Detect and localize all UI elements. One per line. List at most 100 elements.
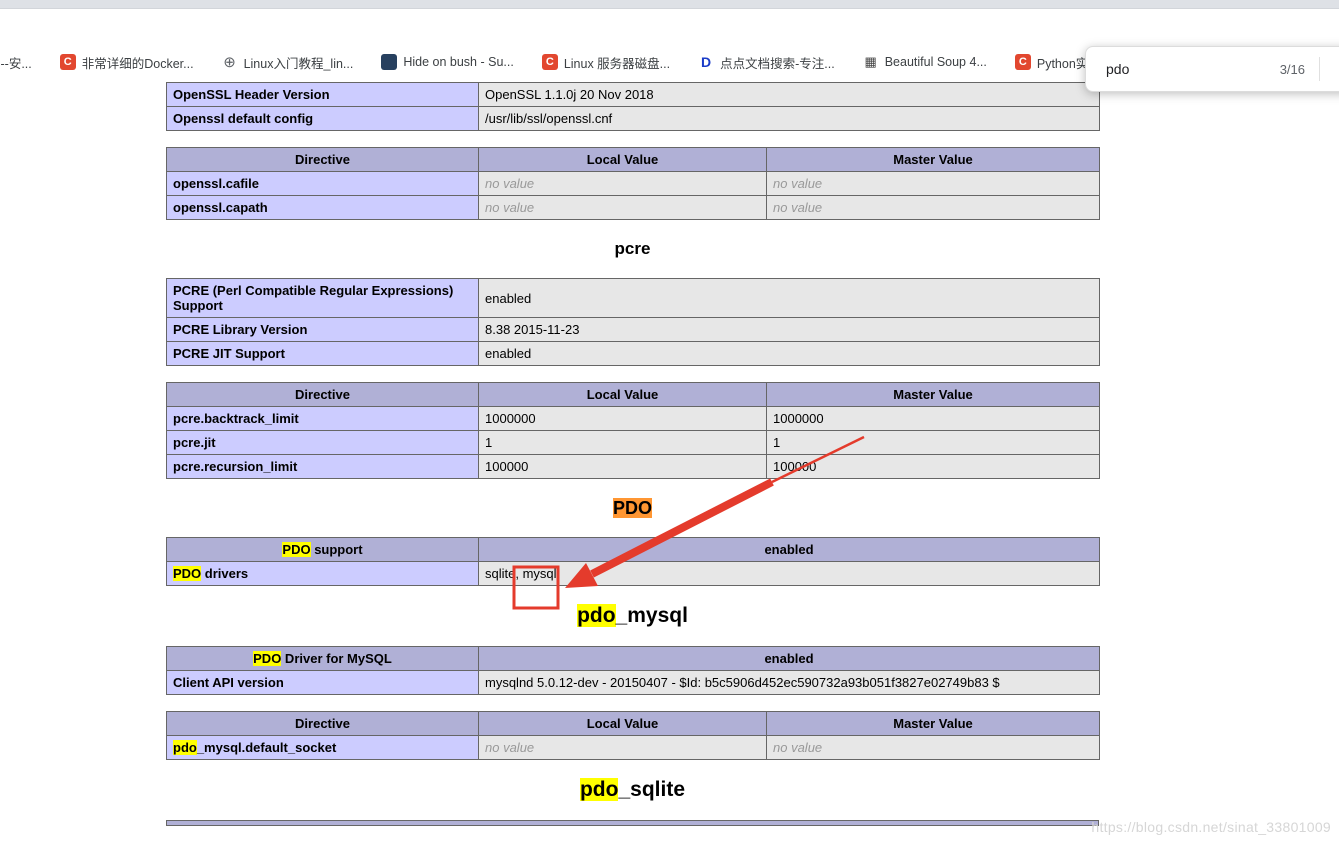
bookmark-item[interactable]: 列--安... — [0, 53, 32, 72]
section-heading-pdo-mysql: pdo_mysql — [166, 602, 1099, 630]
directive-name-cell: pdo_mysql.default_socket — [167, 736, 479, 760]
find-match: PDO — [253, 651, 281, 666]
table-row: pcre.backtrack_limit 1000000 1000000 — [167, 407, 1100, 431]
bookmark-item[interactable]: ⊕ Linux入门教程_lin... — [222, 53, 354, 72]
bookmark-item[interactable]: C 非常详细的Docker... — [60, 53, 194, 72]
setting-name-cell: PCRE JIT Support — [167, 342, 479, 366]
local-value-cell: no value — [479, 196, 767, 220]
master-value-cell: 1000000 — [767, 407, 1100, 431]
pdo-drivers-value-cell: sqlite, mysql — [479, 562, 1100, 586]
master-value-cell: no value — [767, 196, 1100, 220]
directive-name-cell: openssl.cafile — [167, 172, 479, 196]
csdn-watermark: https://blog.csdn.net/sinat_33801009 — [1091, 819, 1331, 835]
find-match: pdo — [580, 778, 618, 801]
window-top-strip — [0, 0, 1339, 9]
directive-name-cell: pcre.backtrack_limit — [167, 407, 479, 431]
next-table-partial-edge — [166, 820, 1099, 826]
bookmark-label: 点点文档搜索-专注... — [720, 53, 835, 72]
pdo-support-header-cell: PDO support — [167, 538, 479, 562]
csdn-icon: C — [542, 54, 558, 70]
pdo-drivers-name-cell: PDO drivers — [167, 562, 479, 586]
table-header-row: PDO Driver for MySQL enabled — [167, 647, 1100, 671]
find-input[interactable]: pdo — [1106, 61, 1280, 77]
openssl-config-table: OpenSSL Header Version OpenSSL 1.1.0j 20… — [166, 82, 1100, 131]
table-row: openssl.capath no value no value — [167, 196, 1100, 220]
setting-name-cell: PCRE (Perl Compatible Regular Expression… — [167, 279, 479, 318]
client-api-value-cell: mysqlnd 5.0.12-dev - 20150407 - $Id: b5c… — [479, 671, 1100, 695]
setting-value-cell: OpenSSL 1.1.0j 20 Nov 2018 — [479, 83, 1100, 107]
local-value-cell: no value — [479, 172, 767, 196]
table-row: pdo_mysql.default_socket no value no val… — [167, 736, 1100, 760]
site-favicon-icon — [381, 54, 397, 70]
find-match: PDO — [173, 566, 201, 581]
table-row: PCRE Library Version 8.38 2015-11-23 — [167, 318, 1100, 342]
pcre-directives-table: Directive Local Value Master Value pcre.… — [166, 382, 1100, 479]
find-match-counter: 3/16 — [1280, 62, 1305, 77]
docs-site-icon: D — [698, 54, 714, 70]
table-row: openssl.cafile no value no value — [167, 172, 1100, 196]
chevron-up-icon[interactable]: ∧ — [1334, 60, 1339, 78]
grid-icon: ▦ — [863, 54, 879, 70]
table-row: OpenSSL Header Version OpenSSL 1.1.0j 20… — [167, 83, 1100, 107]
csdn-icon: C — [60, 54, 76, 70]
pcre-info-table: PCRE (Perl Compatible Regular Expression… — [166, 278, 1100, 366]
bookmark-item[interactable]: ▦ Beautiful Soup 4... — [863, 54, 987, 70]
globe-icon: ⊕ — [222, 54, 238, 70]
table-header-row: PDO support enabled — [167, 538, 1100, 562]
section-heading-pcre: pcre — [166, 236, 1099, 262]
pdo-mysql-driver-value-cell: enabled — [479, 647, 1100, 671]
bookmark-item[interactable]: Hide on bush - Su... — [381, 54, 513, 70]
directive-header-cell: Directive — [167, 712, 479, 736]
bookmark-label: 列--安... — [0, 53, 32, 72]
table-header-row: Directive Local Value Master Value — [167, 712, 1100, 736]
directive-header-cell: Directive — [167, 383, 479, 407]
directive-name-cell: pcre.recursion_limit — [167, 455, 479, 479]
directive-name-cell: pcre.jit — [167, 431, 479, 455]
mysql-driver-value: mysql — [523, 566, 557, 581]
master-value-cell: 100000 — [767, 455, 1100, 479]
setting-value-cell: enabled — [479, 342, 1100, 366]
directive-header-cell: Directive — [167, 148, 479, 172]
table-row: pcre.recursion_limit 100000 100000 — [167, 455, 1100, 479]
master-value-cell: no value — [767, 172, 1100, 196]
master-value-header-cell: Master Value — [767, 148, 1100, 172]
pdo-table: PDO support enabled PDO drivers sqlite, … — [166, 537, 1100, 586]
table-row: Openssl default config /usr/lib/ssl/open… — [167, 107, 1100, 131]
local-value-header-cell: Local Value — [479, 712, 767, 736]
local-value-cell: 1 — [479, 431, 767, 455]
find-in-page-bar: pdo 3/16 ∧ — [1085, 46, 1339, 92]
setting-name-cell: Openssl default config — [167, 107, 479, 131]
section-heading-pdo-sqlite: pdo_sqlite — [166, 776, 1099, 804]
local-value-header-cell: Local Value — [479, 148, 767, 172]
table-header-row: Directive Local Value Master Value — [167, 148, 1100, 172]
setting-value-cell: 8.38 2015-11-23 — [479, 318, 1100, 342]
pdo-mysql-info-table: PDO Driver for MySQL enabled Client API … — [166, 646, 1100, 695]
master-value-cell: 1 — [767, 431, 1100, 455]
find-match: pdo — [173, 740, 197, 755]
local-value-cell: no value — [479, 736, 767, 760]
local-value-cell: 100000 — [479, 455, 767, 479]
bookmark-item[interactable]: D 点点文档搜索-专注... — [698, 53, 835, 72]
find-match: PDO — [282, 542, 310, 557]
local-value-cell: 1000000 — [479, 407, 767, 431]
table-header-row: Directive Local Value Master Value — [167, 383, 1100, 407]
bookmark-item[interactable]: C Linux 服务器磁盘... — [542, 53, 670, 72]
setting-name-cell: OpenSSL Header Version — [167, 83, 479, 107]
openssl-directives-table: Directive Local Value Master Value opens… — [166, 147, 1100, 220]
phpinfo-page: OpenSSL Header Version OpenSSL 1.1.0j 20… — [0, 82, 1339, 841]
bookmark-label: Linux入门教程_lin... — [244, 53, 354, 72]
bookmark-label: 非常详细的Docker... — [82, 53, 194, 72]
table-row: PCRE (Perl Compatible Regular Expression… — [167, 279, 1100, 318]
directive-name-cell: openssl.capath — [167, 196, 479, 220]
table-row: Client API version mysqlnd 5.0.12-dev - … — [167, 671, 1100, 695]
csdn-icon: C — [1015, 54, 1031, 70]
pdo-mysql-directives-table: Directive Local Value Master Value pdo_m… — [166, 711, 1100, 760]
find-divider — [1319, 57, 1320, 81]
table-row: PCRE JIT Support enabled — [167, 342, 1100, 366]
bookmark-label: Linux 服务器磁盘... — [564, 53, 670, 72]
find-match: pdo — [577, 604, 615, 627]
table-row: PDO drivers sqlite, mysql — [167, 562, 1100, 586]
pdo-mysql-driver-header-cell: PDO Driver for MySQL — [167, 647, 479, 671]
section-heading-pdo: PDO — [166, 495, 1099, 521]
setting-value-cell: enabled — [479, 279, 1100, 318]
